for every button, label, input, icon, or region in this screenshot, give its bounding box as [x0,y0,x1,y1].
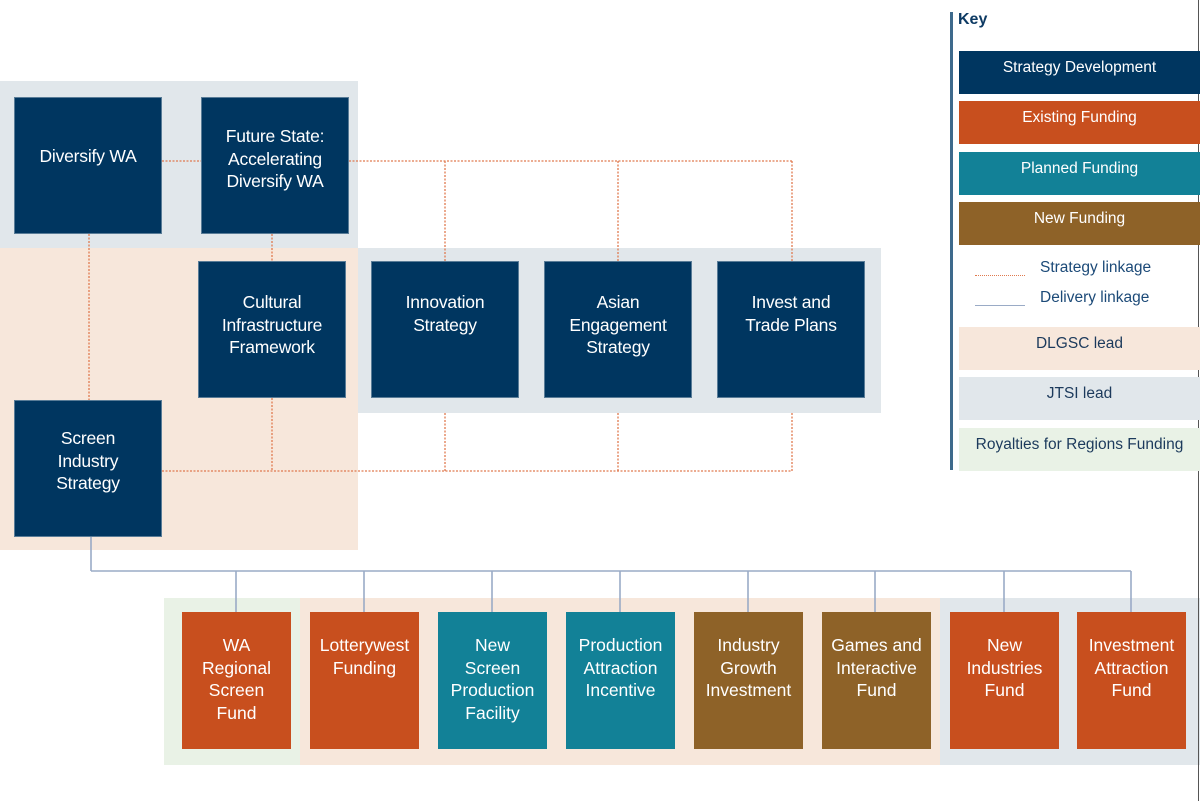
strategy-box-innovation: Innovation Strategy [371,261,519,398]
fund-box: Games and Interactive Fund [822,612,931,749]
key-label: Royalties for Regions Funding [975,436,1184,453]
fund-box: New Industries Fund [950,612,1059,749]
strategy-box-diversify-wa: Diversify WA [14,97,162,234]
strategy-label: Screen Industry Strategy [56,428,120,493]
key-new-funding: New Funding [959,202,1200,245]
key-dlgsc-lead: DLGSC lead [959,327,1200,370]
strategy-label: Cultural Infrastructure Framework [221,292,323,357]
key-title: Key [958,11,988,28]
key-strategy-development: Strategy Development [959,51,1200,94]
key-label: Planned Funding [1020,160,1139,177]
strategy-label: Diversify WA [39,146,137,166]
fund-label: Production Attraction Incentive [578,635,663,700]
delivery-linkage-swatch [975,305,1025,306]
fund-box: Lotterywest Funding [310,612,419,749]
strategy-label: Invest and Trade Plans [745,292,837,335]
strategy-box-cultural-infrastructure: Cultural Infrastructure Framework [198,261,346,398]
strategy-box-asian-engagement: Asian Engagement Strategy [544,261,692,398]
strategy-label: Future State: Accelerating Diversify WA [225,126,325,191]
strategy-box-future-state: Future State: Accelerating Diversify WA [201,97,349,234]
key-label: DLGSC lead [1035,335,1123,352]
key-planned-funding: Planned Funding [959,152,1200,195]
fund-label: Lotterywest Funding [319,635,410,678]
fund-box: WA Regional Screen Fund [182,612,291,749]
key-jtsi-lead: JTSI lead [959,377,1200,420]
fund-label: Industry Growth Investment [705,635,792,700]
fund-label: WA Regional Screen Fund [201,635,272,723]
fund-box: Production Attraction Incentive [566,612,675,749]
strategy-label: Innovation Strategy [405,292,485,335]
key-royalties: Royalties for Regions Funding [959,428,1200,471]
fund-label: Investment Attraction Fund [1088,635,1175,700]
fund-box: Investment Attraction Fund [1077,612,1186,749]
fund-label: Games and Interactive Fund [831,635,922,700]
fund-label: New Screen Production Facility [450,635,535,723]
key-label: New Funding [1033,210,1126,227]
strategy-label: Asian Engagement Strategy [569,292,667,357]
key-strategy-linkage-label: Strategy linkage [1040,259,1152,276]
key-divider [950,12,953,470]
key-existing-funding: Existing Funding [959,101,1200,144]
key-label: Strategy Development [1002,59,1157,76]
fund-box: Industry Growth Investment [694,612,803,749]
fund-label: New Industries Fund [966,635,1043,700]
key-label: Existing Funding [1022,109,1137,126]
key-delivery-linkage-label: Delivery linkage [1040,289,1150,306]
key-label: JTSI lead [1046,385,1113,402]
strategy-linkage-swatch [975,275,1025,276]
strategy-box-screen-industry: Screen Industry Strategy [14,400,162,537]
fund-box: New Screen Production Facility [438,612,547,749]
strategy-box-invest-trade: Invest and Trade Plans [717,261,865,398]
